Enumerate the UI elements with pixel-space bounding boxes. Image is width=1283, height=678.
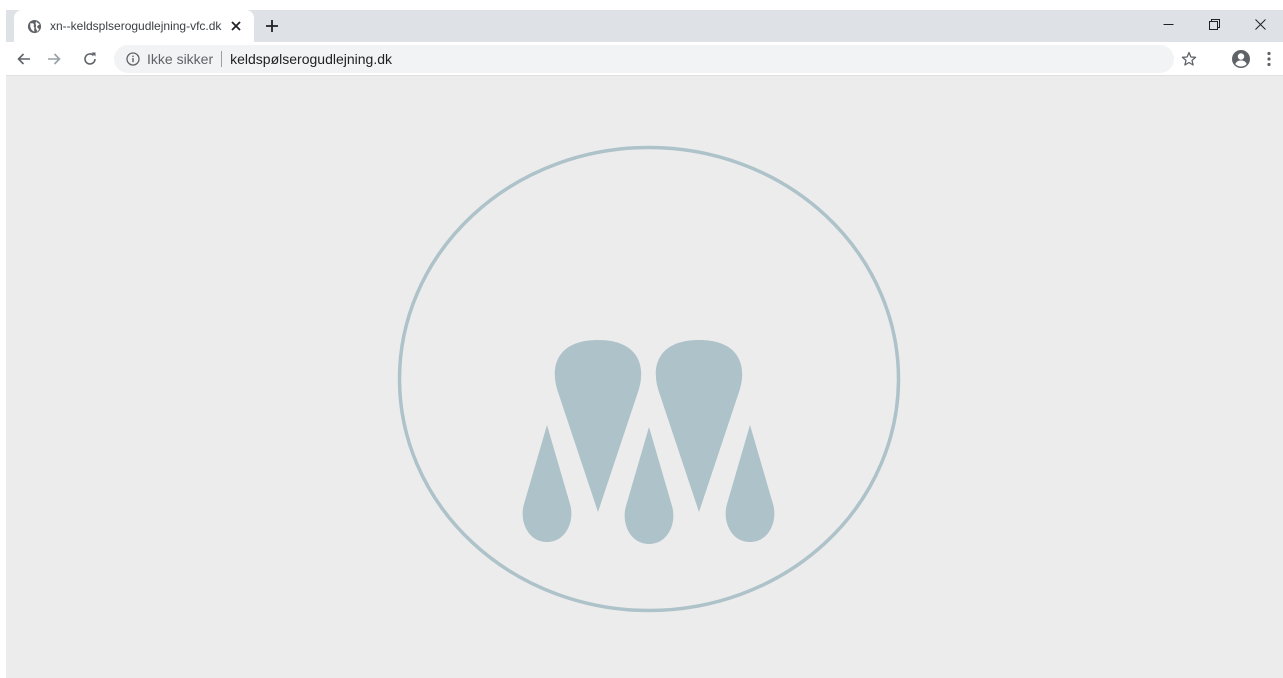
- url-text[interactable]: keldspølserogudlejning.dk: [230, 51, 392, 67]
- back-button[interactable]: [12, 47, 36, 71]
- bookmark-button[interactable]: [1177, 47, 1201, 71]
- close-icon: [1254, 18, 1266, 30]
- minimize-button[interactable]: [1145, 10, 1191, 38]
- kebab-menu-icon: [1267, 51, 1271, 67]
- browser-toolbar: Ikke sikker keldspølserogudlejning.dk: [6, 42, 1283, 76]
- omnibox-separator: [221, 51, 223, 67]
- back-arrow-icon: [17, 53, 30, 65]
- drops-logo-icon: [397, 145, 901, 613]
- reload-icon: [84, 52, 96, 65]
- plus-icon: [266, 20, 278, 32]
- tab-close-button[interactable]: [228, 18, 244, 34]
- forward-arrow-icon: [48, 53, 61, 65]
- profile-icon: [1232, 50, 1250, 68]
- tab-title: xn--keldsplserogudlejning-vfc.dk: [50, 19, 222, 33]
- info-icon: [126, 52, 140, 66]
- forward-button[interactable]: [42, 47, 66, 71]
- restore-icon: [1208, 18, 1220, 30]
- close-window-button[interactable]: [1237, 10, 1283, 38]
- menu-button[interactable]: [1259, 47, 1279, 71]
- reload-button[interactable]: [78, 47, 102, 71]
- close-icon: [231, 21, 241, 31]
- star-icon: [1181, 51, 1197, 66]
- browser-window: xn--keldsplserogudlejning-vfc.dk Ikke si…: [6, 10, 1283, 678]
- globe-icon: [26, 18, 42, 34]
- window-controls: [1145, 10, 1283, 38]
- active-tab[interactable]: xn--keldsplserogudlejning-vfc.dk: [14, 10, 254, 42]
- new-tab-button[interactable]: [260, 14, 284, 38]
- restore-button[interactable]: [1191, 10, 1237, 38]
- security-indicator[interactable]: Ikke sikker: [126, 51, 213, 67]
- profile-button[interactable]: [1229, 47, 1253, 71]
- address-bar[interactable]: Ikke sikker keldspølserogudlejning.dk: [114, 45, 1174, 73]
- tab-strip: xn--keldsplserogudlejning-vfc.dk: [6, 10, 1283, 42]
- minimize-icon: [1163, 23, 1173, 25]
- page-viewport: [6, 76, 1283, 678]
- security-label: Ikke sikker: [147, 51, 214, 67]
